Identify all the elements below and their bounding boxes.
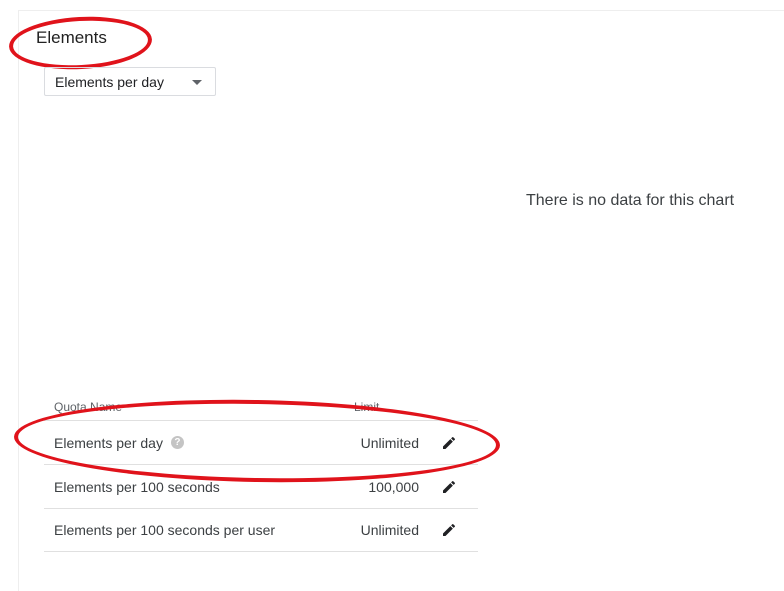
pencil-icon bbox=[442, 480, 455, 493]
card-top-border bbox=[18, 10, 784, 11]
quota-name-cell: Elements per 100 seconds per user bbox=[44, 522, 334, 538]
edit-quota-button[interactable] bbox=[419, 522, 478, 538]
quota-name-text: Elements per 100 seconds per user bbox=[54, 522, 276, 538]
quota-name-cell: Elements per 100 seconds bbox=[44, 479, 334, 495]
edit-quota-button[interactable] bbox=[419, 479, 478, 495]
caret-down-icon bbox=[192, 80, 202, 85]
limit-header: Limit bbox=[354, 400, 380, 414]
pencil-icon bbox=[442, 436, 455, 449]
quota-name-text: Elements per 100 seconds bbox=[54, 478, 220, 495]
quota-page: Elements Elements per day There is no da… bbox=[0, 0, 784, 591]
quota-table-header: Quota Name Limit bbox=[44, 385, 478, 420]
quota-table: Quota Name Limit Elements per day ? Unli… bbox=[44, 385, 478, 552]
table-row: Elements per 100 seconds per user Unlimi… bbox=[44, 508, 478, 552]
quota-limit-cell: Unlimited bbox=[360, 434, 419, 451]
quota-name-header: Quota Name bbox=[54, 400, 123, 414]
pencil-icon bbox=[442, 523, 455, 536]
quota-name-text: Elements per day bbox=[54, 434, 163, 451]
chart-empty-message: There is no data for this chart bbox=[526, 192, 735, 209]
quota-limit-cell: Unlimited bbox=[360, 522, 419, 538]
quota-limit-cell: 100,000 bbox=[368, 478, 419, 495]
edit-quota-button[interactable] bbox=[419, 435, 478, 451]
card-left-border bbox=[18, 10, 19, 591]
quota-name-cell: Elements per day ? bbox=[44, 435, 334, 451]
help-circle-icon[interactable]: ? bbox=[170, 436, 184, 449]
table-row: Elements per 100 seconds 100,000 bbox=[44, 464, 478, 508]
table-row: Elements per day ? Unlimited bbox=[44, 420, 478, 464]
section-title: Elements bbox=[36, 28, 107, 47]
metric-selector-value: Elements per day bbox=[55, 73, 164, 90]
metric-selector-dropdown[interactable]: Elements per day bbox=[44, 67, 216, 96]
